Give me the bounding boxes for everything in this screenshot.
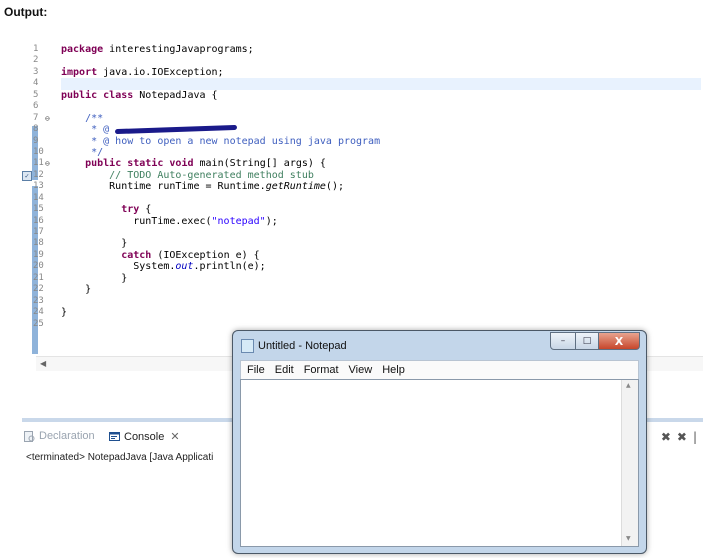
- code-line: }: [61, 272, 128, 284]
- code-line: /**: [61, 112, 104, 124]
- menu-view[interactable]: View: [349, 364, 373, 376]
- console-output: <terminated> NotepadJava [Java Applicati: [26, 452, 214, 463]
- code-line: // TODO Auto-generated method stub: [61, 169, 314, 181]
- code-line: System.out.println(e);: [61, 261, 266, 273]
- line-number: 20: [33, 261, 44, 272]
- code-line: }: [61, 307, 68, 319]
- notepad-titlebar[interactable]: Untitled - Notepad – □ X: [233, 331, 646, 359]
- code-line: import java.io.IOException;: [61, 66, 224, 78]
- line-number: ✓ 12: [22, 170, 59, 181]
- redaction-mark: [115, 124, 238, 134]
- tab-console[interactable]: Console ✕: [109, 430, 180, 443]
- tab-label: Console: [124, 430, 165, 443]
- code-line: * @ how to open a new notepad using java…: [61, 135, 381, 147]
- notepad-menubar: File Edit Format View Help: [240, 360, 639, 380]
- line-number: 19: [33, 249, 44, 260]
- scroll-up-icon[interactable]: ▲: [626, 382, 631, 389]
- line-number: 6: [33, 101, 39, 112]
- remove-launch-icon[interactable]: ✖: [661, 430, 671, 444]
- fold-toggle-icon[interactable]: ⊖: [45, 113, 50, 124]
- line-number: 1: [33, 44, 39, 54]
- code-line: * @: [61, 124, 701, 135]
- line-number: 21: [33, 272, 44, 283]
- toolbar-divider: |: [692, 430, 697, 444]
- scroll-down-icon[interactable]: ▼: [626, 535, 631, 542]
- line-number: 16: [33, 215, 44, 226]
- line-number: 22: [33, 284, 44, 295]
- line-number: 3: [33, 66, 39, 77]
- line-number: 14: [33, 192, 44, 203]
- line-number: 23: [33, 295, 44, 306]
- line-number: 10: [33, 146, 44, 157]
- close-icon[interactable]: ✕: [170, 430, 179, 443]
- output-heading: Output:: [4, 5, 48, 19]
- code-line: public static void main(String[] args) {: [85, 158, 326, 170]
- window-controls: – □ X: [550, 332, 640, 350]
- code-line: }: [61, 238, 128, 250]
- code-line: */: [61, 146, 104, 158]
- code-area[interactable]: package interestingJavaprograms; import …: [61, 44, 701, 330]
- declaration-icon: [24, 430, 35, 442]
- minimize-button[interactable]: –: [550, 332, 576, 350]
- line-number: 7 ⊖: [33, 112, 50, 124]
- close-button[interactable]: X: [599, 332, 640, 350]
- line-number: 9: [33, 135, 39, 146]
- code-line: Runtime runTime = Runtime.getRuntime();: [61, 181, 344, 193]
- code-line: }: [61, 284, 92, 296]
- line-number: 5: [33, 89, 39, 100]
- line-number: 15: [33, 204, 44, 215]
- fold-toggle-icon[interactable]: ⊖: [45, 158, 50, 169]
- line-number: 13: [33, 181, 44, 192]
- code-line: package interestingJavaprograms;: [61, 44, 254, 55]
- line-number-gutter: 1 2 3 4 5 6 7 ⊖ 8 9 10 11 ⊖ ✓ 12 13 14 15 1…: [22, 44, 59, 330]
- line-number: 17: [33, 227, 44, 237]
- line-number: 11 ⊖: [33, 158, 50, 169]
- console-toolbar: ✖ ✖ |: [661, 430, 697, 444]
- notepad-window[interactable]: Untitled - Notepad – □ X File Edit Forma…: [232, 330, 647, 554]
- code-line: public class NotepadJava {: [61, 89, 218, 101]
- line-number: 4: [33, 78, 39, 89]
- line-number: 18: [33, 238, 44, 249]
- line-number: 24: [33, 307, 44, 318]
- notepad-text-area[interactable]: ▲ ▼: [240, 379, 639, 547]
- menu-file[interactable]: File: [247, 364, 265, 376]
- line-number: 8: [33, 124, 39, 135]
- vertical-scrollbar[interactable]: ▲ ▼: [621, 380, 638, 546]
- window-title: Untitled - Notepad: [258, 340, 347, 352]
- menu-help[interactable]: Help: [382, 364, 405, 376]
- tab-declaration[interactable]: Declaration: [24, 430, 95, 442]
- tab-label: Declaration: [39, 430, 95, 442]
- code-line: try {: [121, 204, 152, 216]
- notepad-icon: [241, 339, 254, 353]
- code-line: catch (IOException e) {: [121, 249, 260, 261]
- line-number: 2: [33, 55, 39, 66]
- code-line: runTime.exec("notepad");: [61, 215, 278, 227]
- line-number: 25: [33, 318, 44, 329]
- remove-all-terminated-icon[interactable]: ✖: [677, 430, 687, 444]
- scroll-left-icon[interactable]: ◀: [40, 357, 46, 371]
- menu-edit[interactable]: Edit: [275, 364, 294, 376]
- console-icon: [109, 432, 120, 441]
- task-marker-icon[interactable]: ✓: [22, 170, 32, 181]
- maximize-button[interactable]: □: [576, 332, 599, 350]
- menu-format[interactable]: Format: [304, 364, 339, 376]
- current-code-line: [61, 78, 701, 90]
